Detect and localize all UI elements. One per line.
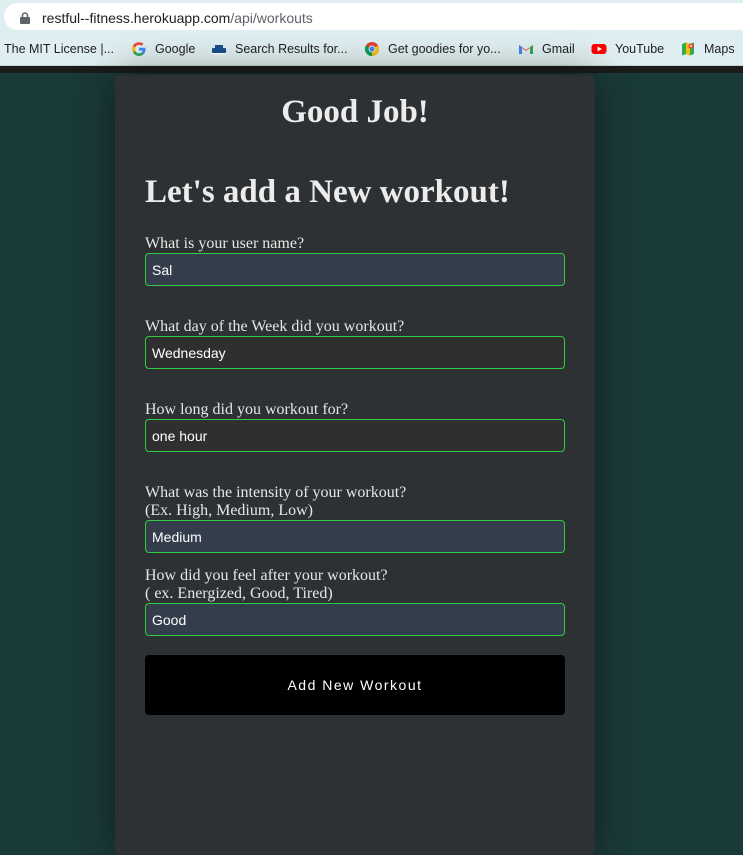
add-workout-button[interactable]: Add New Workout [145, 655, 565, 715]
bookmark-youtube[interactable]: YouTube [591, 41, 664, 57]
bookmark-label: YouTube [615, 42, 665, 56]
intensity-input[interactable] [145, 520, 565, 553]
maps-icon [682, 42, 694, 56]
feeling-hint: ( ex. Energized, Good, Tired) [145, 585, 333, 602]
workout-duration-label: How long did you workout for? [145, 401, 349, 418]
intensity-hint: (Ex. High, Medium, Low) [145, 502, 313, 519]
url-text: restful--fitness.herokuapp.com/api/worko… [42, 10, 313, 26]
google-icon [132, 42, 146, 56]
bookmark-mit-license[interactable]: The MIT License |... [4, 41, 114, 57]
bookmark-maps[interactable]: Maps [680, 41, 735, 57]
url-host: restful--fitness.herokuapp.com [42, 10, 231, 26]
feeling-label: How did you feel after your workout? [145, 567, 388, 584]
lock-icon [20, 12, 30, 24]
gmail-icon [519, 45, 533, 54]
chrome-icon [364, 42, 380, 57]
browser-address-bar: restful--fitness.herokuapp.com/api/worko… [0, 0, 743, 33]
bookmark-label: Maps [704, 42, 735, 56]
username-input[interactable] [145, 253, 565, 286]
intensity-label: What was the intensity of your workout? [145, 484, 407, 501]
bookmark-gmail[interactable]: Gmail [518, 41, 575, 57]
workout-duration-input[interactable] [145, 419, 565, 452]
bookmark-label: Get goodies for yo... [388, 42, 501, 56]
bookmark-google[interactable]: Google [131, 41, 195, 57]
workout-day-input[interactable] [145, 336, 565, 369]
bookmarks-bar: The MIT License |... Google Search Resul… [0, 33, 743, 66]
bookmark-get-goodies[interactable]: Get goodies for yo... [364, 41, 501, 57]
workout-day-label: What day of the Week did you workout? [145, 318, 405, 335]
youtube-icon [591, 44, 607, 54]
bookmark-label: Google [155, 42, 196, 56]
feeling-input[interactable] [145, 603, 565, 636]
form-heading: Let's add a New workout! [145, 174, 510, 210]
page-title: Good Job! [281, 94, 429, 130]
bookmark-label: The MIT License |... [4, 42, 115, 56]
bookmark-label: Gmail [542, 42, 575, 56]
ship-icon [212, 45, 226, 55]
bookmark-label: Search Results for... [235, 42, 348, 56]
content-top-strip [0, 66, 743, 73]
url-field[interactable]: restful--fitness.herokuapp.com/api/worko… [4, 3, 743, 30]
username-label: What is your user name? [145, 235, 305, 252]
url-path: /api/workouts [230, 10, 313, 26]
bookmark-search-results[interactable]: Search Results for... [211, 41, 348, 57]
